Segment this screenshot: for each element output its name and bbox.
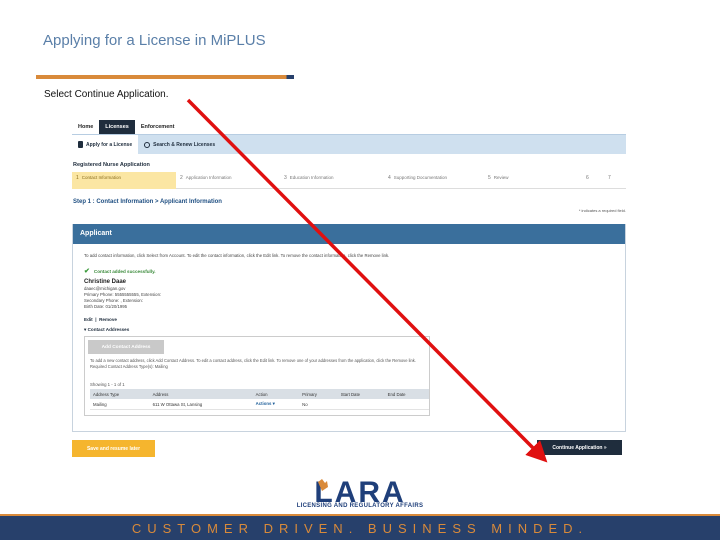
step-number: 4 [388,175,391,181]
clipboard-icon [78,141,83,148]
save-resume-later-button[interactable]: Save and resume later [72,440,155,457]
step-2[interactable]: 2 Application Information [176,172,280,189]
apply-license-link[interactable]: Apply for a License [72,134,139,155]
search-icon [144,141,151,148]
apply-license-label: Apply for a License [86,141,133,148]
contact-details: Christine Daae daaec@michigan.gov Primar… [84,279,161,310]
tab-enforcement[interactable]: Enforcement [135,120,181,134]
title-underline [36,75,294,79]
footer-bar: CUSTOMER DRIVEN. BUSINESS MINDED. [0,514,720,540]
contact-name: Christine Daae [84,279,127,285]
cell-start-date [337,399,385,410]
step-label: Supporting Documentation [393,175,448,180]
step-3[interactable]: 3 Education Information [280,172,384,189]
col-action: Action [252,389,300,399]
remove-link[interactable]: Remove [99,317,117,322]
slide-title: Applying for a License in MiPLUS [43,32,266,49]
application-title: Registered Nurse Application [73,162,150,168]
step-label: Application Information [185,175,232,180]
step-number: 7 [608,175,611,181]
footer-tagline: CUSTOMER DRIVEN. BUSINESS MINDED. [131,520,589,536]
step-7[interactable]: 7 [604,172,624,189]
step-label: Review [493,175,509,180]
success-message: ✔ Contact added successfully. [84,267,156,275]
step-number: 6 [586,175,589,181]
contact-birth-date: Birth Date: 01/20/1995 [84,304,127,309]
add-contact-address-button[interactable]: Add Contact Address [88,340,164,354]
step-number: 2 [180,175,183,181]
col-end-date: End Date [384,389,429,399]
applicant-panel: Applicant To add contact information, cl… [72,224,626,432]
continue-application-button[interactable]: Continue Application » [537,440,622,455]
step-number: 1 [76,175,79,181]
required-note: * indicates a required field. [578,208,626,213]
col-address-type: Address Type [90,389,150,399]
col-address: Address [149,389,253,399]
cell-action[interactable]: Actions ▾ [252,399,300,410]
address-table: Address Type Address Action Primary Star… [90,389,429,410]
edit-link[interactable]: Edit [84,317,93,322]
logo-subtitle: LICENSING AND REGULATORY AFFAIRS [296,503,424,509]
addresses-section: Add Contact Address To add a new contact… [84,336,430,416]
table-header-row: Address Type Address Action Primary Star… [90,389,429,399]
chevron-down-icon: ▾ [84,327,87,332]
contact-actions: Edit | Remove [84,317,117,322]
action-separator: | [93,317,98,322]
sub-navigation: Apply for a License Search & Renew Licen… [72,134,626,155]
tab-home[interactable]: Home [72,120,99,134]
step-label: Education Information [289,175,334,180]
showing-count: Showing 1 - 1 of 1 [90,382,125,387]
panel-hint: To add contact information, click Select… [84,253,390,258]
addresses-toggle[interactable]: ▾ Contact Addresses [84,327,129,333]
success-text: Contact added successfully. [93,268,156,274]
step-4[interactable]: 4 Supporting Documentation [384,172,484,189]
col-primary: Primary [299,389,338,399]
step-6[interactable]: 6 [582,172,604,189]
step-heading: Step 1 : Contact Information > Applicant… [73,199,222,205]
addresses-toggle-label: Contact Addresses [87,327,130,332]
search-renew-label: Search & Renew Licenses [153,141,216,148]
step-label: Contact Information [81,175,122,180]
step-1[interactable]: 1 Contact Information [72,172,176,189]
tab-licenses[interactable]: Licenses [99,120,135,134]
cell-address-type: Mailing [90,399,150,410]
step-progress: 1 Contact Information 2 Application Info… [72,172,626,189]
chevron-down-icon: ▾ [272,401,275,406]
table-row: Mailing 611 W Ottawa St, Lansing Actions… [90,399,429,410]
actions-dropdown[interactable]: Actions [256,401,272,406]
step-number: 5 [488,175,491,181]
panel-title: Applicant [73,224,625,244]
instruction-text: Select Continue Application. [44,89,169,100]
step-5[interactable]: 5 Review [484,172,582,189]
cell-end-date [384,399,429,410]
check-icon: ✔ [84,268,90,275]
col-start-date: Start Date [337,389,385,399]
search-renew-link[interactable]: Search & Renew Licenses [138,135,221,155]
top-navigation: Home Licenses Enforcement [72,120,180,134]
address-hint: To add a new contact address, click Add … [90,358,416,369]
step-number: 3 [284,175,287,181]
cell-primary: No [299,399,338,410]
cell-address: 611 W Ottawa St, Lansing [149,399,253,410]
miplus-screenshot: Home Licenses Enforcement Apply for a Li… [72,120,628,465]
